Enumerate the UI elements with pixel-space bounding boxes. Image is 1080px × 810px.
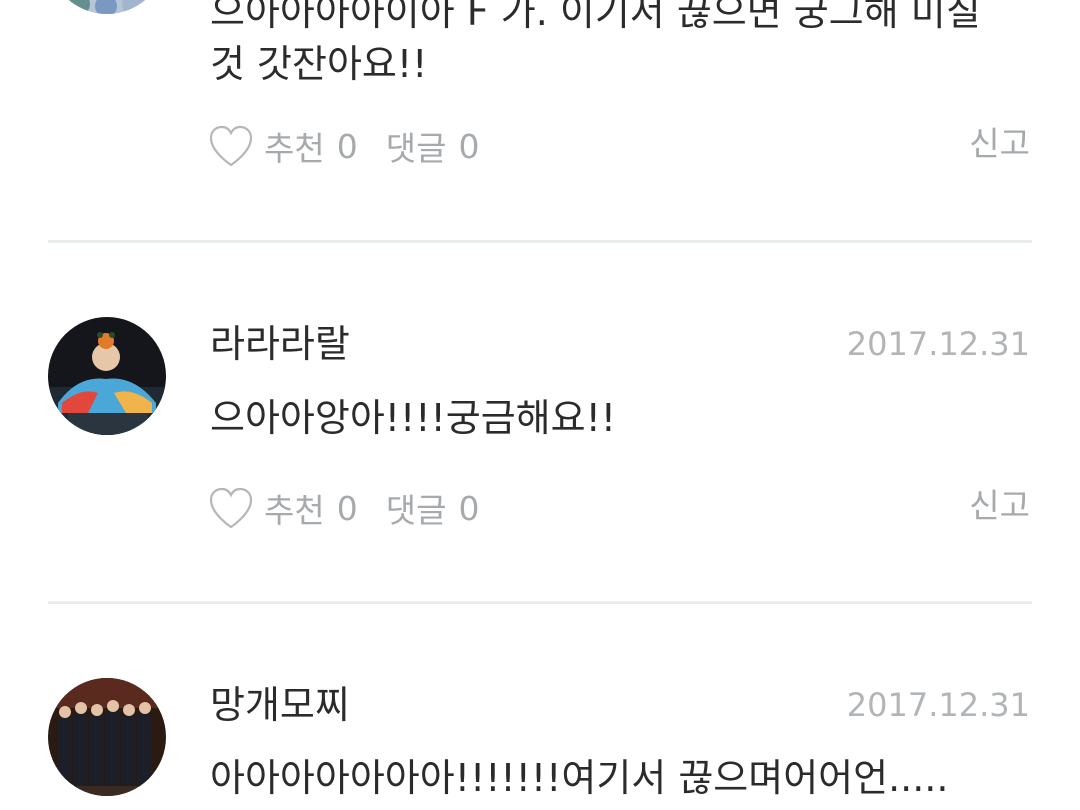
comment-text-line: 아아아아아아아!!!!!!!여기서 끊으며어어언..... xyxy=(210,756,949,800)
like-label[interactable]: 추천 xyxy=(264,484,325,532)
comment-text-line: 으아아앙아!!!!궁금해요!! xyxy=(210,396,617,440)
username[interactable]: 망개모찌 xyxy=(210,681,350,729)
avatar[interactable] xyxy=(48,317,166,435)
comment-text: 으아아아아이아 F 가. 이기서 끊으면 궁그해 미칠 것 갓잔아요!! xyxy=(210,0,1030,90)
divider xyxy=(48,240,1032,243)
reply-count: 0 xyxy=(458,126,480,166)
report-button[interactable]: 신고 xyxy=(969,120,1030,168)
comment-text-line: 으아아아아이아 F 가. 이기서 끊으면 궁그해 미칠 xyxy=(210,0,981,34)
username[interactable]: 라라라랄 xyxy=(210,320,350,368)
like-count: 0 xyxy=(336,126,358,166)
comment-actions: 추천 0 댓글 0 xyxy=(208,122,479,170)
like-label[interactable]: 추천 xyxy=(264,122,325,170)
reply-label[interactable]: 댓글 xyxy=(386,484,447,532)
heart-icon[interactable] xyxy=(208,124,254,168)
avatar[interactable] xyxy=(48,0,166,14)
reply-button[interactable]: 댓글 0 xyxy=(386,122,480,170)
report-button[interactable]: 신고 xyxy=(969,482,1030,530)
avatar[interactable] xyxy=(48,678,166,796)
comment-date: 2017.12.31 xyxy=(846,325,1030,363)
comment-text: 아아아아아아아!!!!!!!여기서 끊으며어어언..... xyxy=(210,752,1030,804)
comment-date: 2017.12.31 xyxy=(846,686,1030,724)
divider xyxy=(48,601,1032,604)
comment-actions: 추천 0 댓글 0 xyxy=(208,484,479,532)
comment-text-line: 것 갓잔아요!! xyxy=(210,42,428,86)
like-count: 0 xyxy=(336,488,358,528)
reply-label[interactable]: 댓글 xyxy=(386,122,447,170)
heart-icon[interactable] xyxy=(208,486,254,530)
comment-text: 으아아앙아!!!!궁금해요!! xyxy=(210,392,1030,444)
reply-button[interactable]: 댓글 0 xyxy=(386,484,480,532)
reply-count: 0 xyxy=(458,488,480,528)
comment-list: 으아아아아이아 F 가. 이기서 끊으면 궁그해 미칠 것 갓잔아요!! 추천 … xyxy=(0,0,1080,810)
